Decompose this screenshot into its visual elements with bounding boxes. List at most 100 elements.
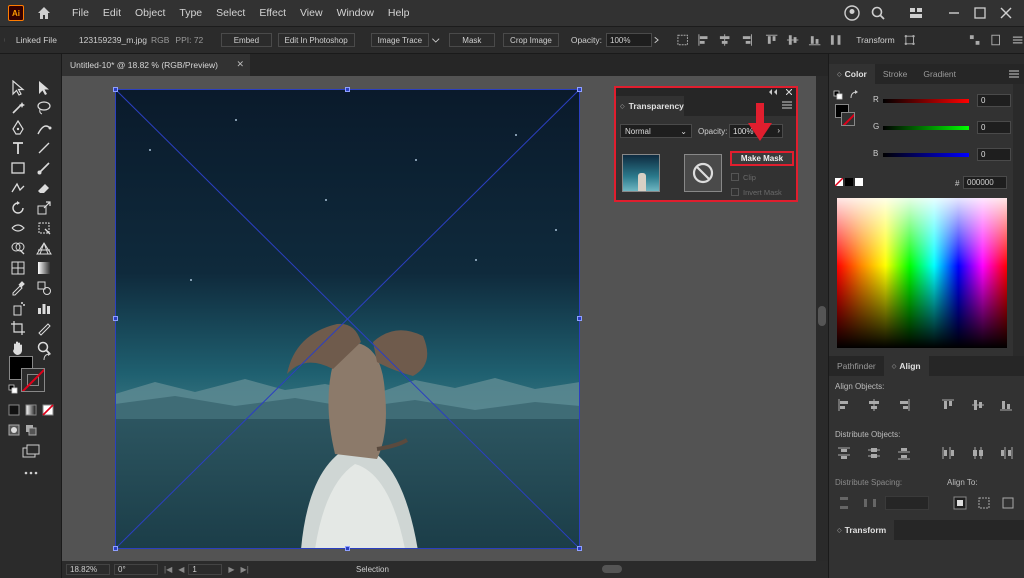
menu-edit[interactable]: Edit (103, 7, 121, 19)
color-spectrum[interactable] (837, 198, 1007, 348)
menu-effect[interactable]: Effect (259, 7, 286, 19)
align-bottom-icon[interactable] (808, 33, 821, 47)
rotation-angle[interactable]: 0° (114, 564, 158, 575)
blend-mode-select[interactable]: Normal ⌄ (620, 124, 692, 138)
eyedropper-tool-icon[interactable] (10, 280, 26, 296)
handle-bottom-right[interactable] (577, 546, 582, 551)
distribute-hcenter-icon[interactable] (971, 446, 985, 460)
align-right-icon[interactable] (897, 398, 911, 412)
minimize-icon[interactable] (946, 5, 962, 21)
symbol-sprayer-tool-icon[interactable] (10, 300, 26, 316)
color-panel-scrollbar[interactable] (1013, 84, 1024, 356)
type-tool-icon[interactable] (10, 140, 26, 156)
edit-in-photoshop-button[interactable]: Edit In Photoshop (277, 33, 355, 47)
distribute-hspace-icon[interactable] (863, 496, 877, 510)
menu-select[interactable]: Select (216, 7, 245, 19)
g-value-input[interactable]: 0 (977, 121, 1011, 134)
menu-window[interactable]: Window (337, 7, 374, 19)
more-tools-icon[interactable] (23, 470, 39, 476)
rectangle-tool-icon[interactable] (10, 160, 26, 176)
handle-middle-left[interactable] (113, 316, 118, 321)
menu-view[interactable]: View (300, 7, 323, 19)
vertical-scroll-thumb[interactable] (818, 306, 826, 326)
align-bottom-icon[interactable] (999, 398, 1013, 412)
workspace-icon[interactable] (908, 5, 924, 21)
handle-top-left[interactable] (113, 87, 118, 92)
paintbrush-tool-icon[interactable] (36, 160, 52, 176)
white-swatch[interactable] (855, 178, 863, 186)
column-graph-tool-icon[interactable] (36, 300, 52, 316)
free-transform-tool-icon[interactable] (36, 220, 52, 236)
black-swatch[interactable] (845, 178, 853, 186)
linked-file-label[interactable]: Linked File (16, 35, 57, 45)
shape-builder-tool-icon[interactable] (10, 240, 26, 256)
handle-top-center[interactable] (345, 87, 350, 92)
options-toggle-icon[interactable]: ◇ (837, 527, 842, 534)
options-toggle-icon[interactable]: ◇ (620, 103, 625, 110)
swap-fill-stroke-icon[interactable] (42, 352, 52, 362)
blend-tool-icon[interactable] (36, 280, 52, 296)
invert-mask-checkbox-box[interactable] (731, 188, 739, 196)
clip-checkbox[interactable]: Clip (731, 172, 801, 182)
draw-behind-icon[interactable] (25, 424, 37, 436)
menu-object[interactable]: Object (135, 7, 165, 19)
vertical-scrollbar[interactable] (816, 76, 828, 561)
gradient-mode-icon[interactable] (25, 404, 37, 416)
width-tool-icon[interactable] (10, 220, 26, 236)
horizontal-scroll-thumb[interactable] (602, 565, 622, 573)
perspective-grid-tool-icon[interactable] (36, 240, 52, 256)
panel-menu-icon[interactable] (782, 101, 792, 109)
align-to-key-object-icon[interactable] (953, 496, 967, 510)
chevron-right-icon[interactable] (652, 33, 662, 47)
close-window-icon[interactable] (998, 5, 1014, 21)
eraser-tool-icon[interactable] (36, 180, 52, 196)
hand-tool-icon[interactable] (10, 340, 26, 356)
image-trace-button[interactable]: Image Trace (370, 33, 430, 47)
menu-file[interactable]: File (72, 7, 89, 19)
tab-color[interactable]: ◇ Color (829, 64, 875, 84)
close-panel-icon[interactable] (786, 89, 792, 95)
first-artboard-icon[interactable]: |◀ (164, 565, 172, 574)
none-swatch[interactable] (835, 178, 843, 186)
r-slider[interactable] (883, 99, 969, 103)
search-icon[interactable] (870, 5, 886, 21)
tab-gradient[interactable]: Gradient (915, 64, 964, 84)
crop-image-button[interactable]: Crop Image (503, 33, 559, 47)
document-setup-icon[interactable] (989, 33, 1002, 47)
align-vcenter-icon[interactable] (786, 33, 799, 47)
slice-tool-icon[interactable] (36, 320, 52, 336)
distribute-top-icon[interactable] (837, 446, 851, 460)
scale-tool-icon[interactable] (36, 200, 52, 216)
chevron-right-icon[interactable]: › (777, 126, 780, 135)
pen-tool-icon[interactable] (10, 120, 26, 136)
tab-stroke[interactable]: Stroke (875, 64, 916, 84)
line-segment-tool-icon[interactable] (36, 140, 52, 156)
mask-thumbnail[interactable] (684, 154, 722, 192)
align-left-icon[interactable] (837, 398, 851, 412)
recolor-icon[interactable] (676, 33, 689, 47)
r-value-input[interactable]: 0 (977, 94, 1011, 107)
distribute-vspace-icon[interactable] (837, 496, 851, 510)
handle-bottom-center[interactable] (345, 546, 350, 551)
prev-artboard-icon[interactable]: ◀ (178, 565, 184, 574)
embed-button[interactable]: Embed (221, 33, 272, 47)
default-colors-icon[interactable] (8, 384, 18, 394)
b-slider[interactable] (883, 153, 969, 157)
next-artboard-icon[interactable]: ▶ (228, 565, 234, 574)
distribute-right-icon[interactable] (999, 446, 1013, 460)
align-left-icon[interactable] (697, 33, 710, 47)
clip-checkbox-box[interactable] (731, 173, 739, 181)
color-stroke-swatch[interactable] (841, 112, 855, 126)
make-mask-button[interactable]: Make Mask (730, 151, 794, 166)
handle-middle-right[interactable] (577, 316, 582, 321)
mesh-tool-icon[interactable] (10, 260, 26, 276)
isolate-icon[interactable] (903, 33, 916, 47)
swap-fill-stroke-icon[interactable] (849, 90, 859, 100)
menu-help[interactable]: Help (388, 7, 410, 19)
distribute-vcenter-icon[interactable] (867, 446, 881, 460)
b-value-input[interactable]: 0 (977, 148, 1011, 161)
last-artboard-icon[interactable]: ▶| (241, 565, 249, 574)
chevron-down-icon[interactable] (431, 33, 441, 47)
curvature-tool-icon[interactable] (36, 120, 52, 136)
align-right-icon[interactable] (740, 33, 753, 47)
